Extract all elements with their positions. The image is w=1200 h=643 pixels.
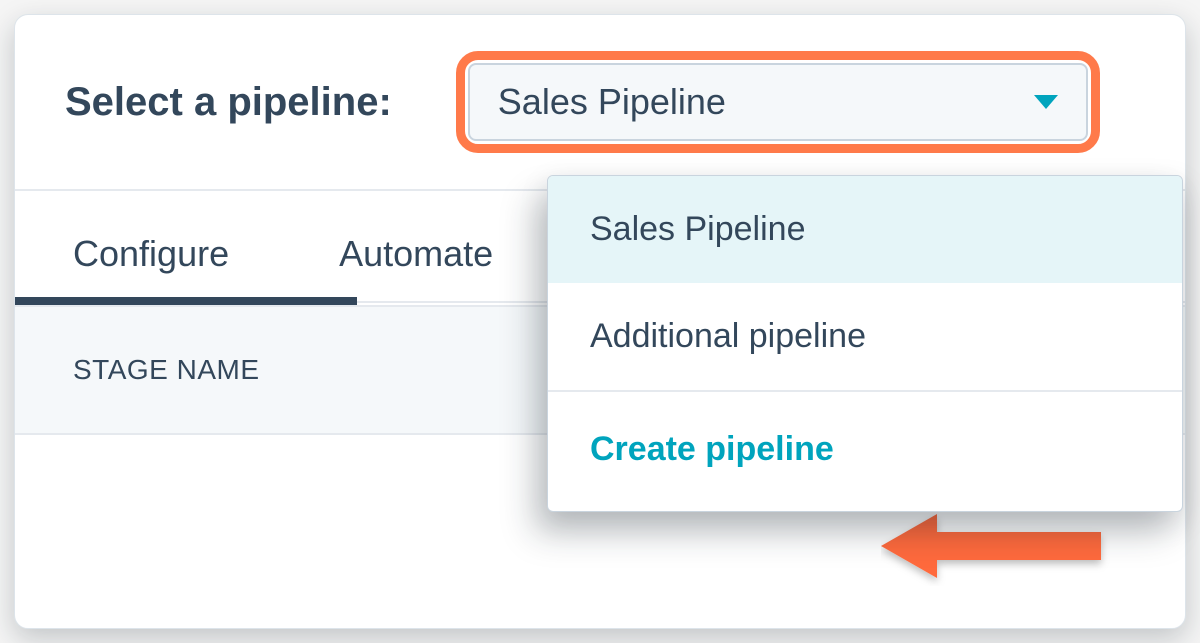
select-pipeline-label: Select a pipeline:	[65, 80, 392, 125]
tab-automate[interactable]: Automate	[339, 233, 493, 305]
col-header-stage-name: STAGE NAME	[73, 354, 260, 386]
create-pipeline-label: Create pipeline	[590, 430, 834, 469]
create-pipeline-link[interactable]: Create pipeline	[548, 392, 1182, 511]
annotation-arrow-icon	[881, 506, 1121, 586]
pipeline-select-value: Sales Pipeline	[498, 81, 726, 123]
caret-down-icon	[1034, 95, 1058, 109]
dropdown-option-additional-pipeline[interactable]: Additional pipeline	[548, 283, 1182, 390]
pipeline-select-row: Select a pipeline: Sales Pipeline	[15, 15, 1185, 189]
pipeline-dropdown: Sales Pipeline Additional pipeline Creat…	[547, 175, 1183, 512]
tab-configure[interactable]: Configure	[73, 233, 229, 305]
pipeline-select-wrap: Sales Pipeline	[468, 63, 1088, 141]
settings-panel: Select a pipeline: Sales Pipeline Config…	[14, 14, 1186, 629]
dropdown-option-sales-pipeline[interactable]: Sales Pipeline	[548, 176, 1182, 283]
pipeline-select[interactable]: Sales Pipeline	[468, 63, 1088, 141]
